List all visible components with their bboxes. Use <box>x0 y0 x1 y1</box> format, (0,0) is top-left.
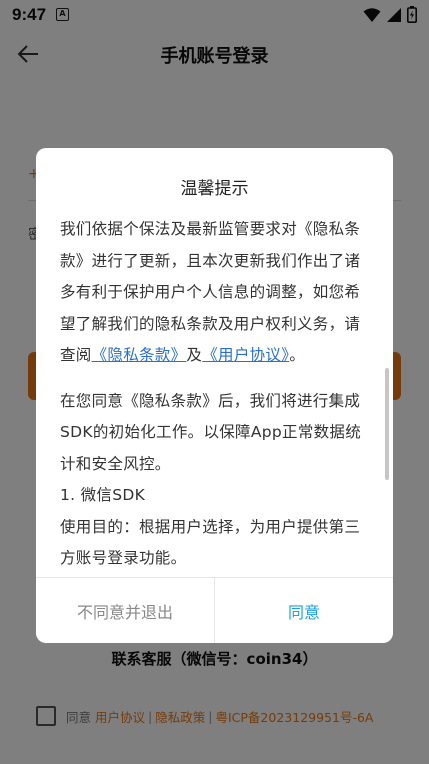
privacy-terms-link[interactable]: 《隐私条款》 <box>92 346 187 364</box>
disagree-exit-button[interactable]: 不同意并退出 <box>36 578 215 643</box>
agree-button[interactable]: 同意 <box>215 578 393 643</box>
dialog-scrollbar[interactable] <box>385 368 389 480</box>
sdk-item-purpose: 使用目的：根据用户选择，为用户提供第三方账号登录功能。 <box>60 517 361 568</box>
privacy-dialog: 温馨提示 我们依据个保法及最新监管要求对《隐私条款》进行了更新，且本次更新我们作… <box>36 148 393 643</box>
dialog-paragraph: 我们依据个保法及最新监管要求对《隐私条款》进行了更新，且本次更新我们作出了诸多有… <box>60 214 371 372</box>
dialog-paragraph: 在您同意《隐私条款》后，我们将进行集成SDK的初始化工作。以保障App正常数据统… <box>60 391 362 473</box>
period-text: 。 <box>289 346 306 364</box>
sdk-item-title: 1. 微信SDK <box>60 486 146 504</box>
dialog-body[interactable]: 我们依据个保法及最新监管要求对《隐私条款》进行了更新，且本次更新我们作出了诸多有… <box>60 214 371 578</box>
paragraph-text: 我们依据个保法及最新监管要求对《隐私条款》进行了更新，且本次更新我们作出了诸多有… <box>60 220 361 364</box>
dialog-footer: 不同意并退出 同意 <box>36 577 393 643</box>
dialog-title: 温馨提示 <box>180 179 249 199</box>
user-agreement-link[interactable]: 《用户协议》 <box>202 346 289 364</box>
and-text: 及 <box>186 346 203 364</box>
